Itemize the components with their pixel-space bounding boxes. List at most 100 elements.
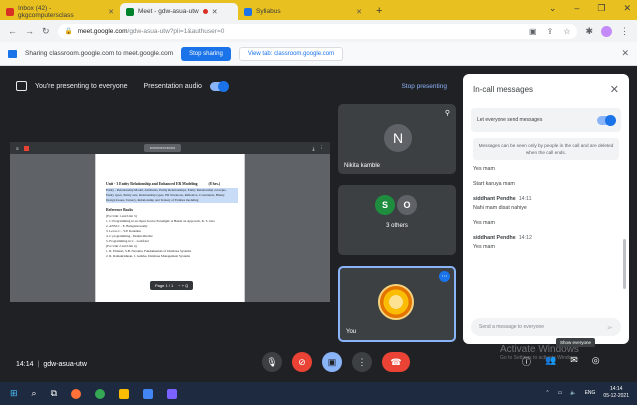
page-indicator: Page 1 / 1 [155,283,174,288]
present-icon[interactable]: ▣ [322,352,342,372]
clock-date: 05-12-2021 [603,393,629,399]
file-explorer-icon[interactable] [119,388,130,399]
extensions-icon[interactable]: ✱ [585,26,593,37]
participant-tile-self[interactable]: ⋯ You [338,266,456,342]
message-group: siddhant Pendhe 14:11 Nahi mam disat nahi… [473,196,619,226]
pdf-icon [23,145,29,151]
presentation-audio-label: Presentation audio [143,82,202,90]
pdf-page-toolbar[interactable]: Page 1 / 1 − + Q [150,281,194,290]
new-tab-button[interactable]: + [368,5,390,20]
send-messages-toggle[interactable] [597,114,616,126]
firefox-icon[interactable] [71,388,82,399]
chat-icon[interactable]: ✉ [570,355,578,368]
meet-icon [126,7,134,16]
menu-icon[interactable]: ≡ [16,146,19,151]
language-indicator[interactable]: ENG [585,390,596,396]
more-options-icon[interactable]: ⋮ [352,352,372,372]
omnibox-icons: ▣ ⇪ ☆ [529,27,570,36]
message-group: Yes mam Start karuya mam [473,166,619,187]
view-tab-button[interactable]: View tab: classroom.google.com [238,46,344,61]
message-text: Start karuya mam [473,181,515,187]
windows-taskbar: ⊞ ⌕ ⧉ [0,382,637,405]
activities-icon[interactable]: ◎ [592,355,600,368]
present-screen-icon [16,81,27,91]
tab-inbox[interactable]: Inbox (42) - gkgcomputersclass ✕ [0,3,120,20]
chevron-down-icon[interactable]: ⌄ [549,3,557,14]
send-icon[interactable]: ➢ [606,323,613,332]
tab-meet[interactable]: Meet - gdw-asua-utw ✕ [120,3,238,20]
download-icon[interactable]: ⤓ [313,146,315,151]
stop-presenting-button[interactable]: Stop presenting [401,83,447,90]
back-icon[interactable]: ← [8,26,17,36]
app-icon[interactable] [143,388,154,399]
participant-tile-others[interactable]: S O 3 others [338,185,456,255]
presentation-audio-toggle[interactable] [209,80,229,92]
share-icon[interactable]: ⇪ [547,27,554,36]
avatar: N [384,124,412,152]
forward-icon[interactable]: → [25,26,34,36]
more-icon[interactable]: ⋮ [320,145,325,151]
mic-icon[interactable]: 🎙 [262,352,282,372]
camera-icon[interactable]: ▣ [529,27,537,36]
pdf-title-pill: ▭▭▭▭▭▭ [143,144,182,152]
pin-icon[interactable]: ⚲ [445,109,450,117]
message-sender: siddhant Pendhe 14:11 [473,196,619,202]
send-messages-setting: Let everyone send messages [471,108,621,132]
message-time: 14:12 [518,235,532,241]
close-icon[interactable]: ✕ [623,3,631,14]
address-bar[interactable]: 🔒 meet.google.com/gdw-asua-utw?pli=1&aut… [57,23,578,39]
search-icon[interactable]: ⌕ [32,388,37,399]
windows-start-icon[interactable]: ⊞ [10,388,18,399]
pdf-page: Unit - 3 Entity Relationship and Enhance… [95,154,245,302]
camera-off-icon[interactable]: ⊘ [292,352,312,372]
pdf-viewer-topbar: ≡ ▭▭▭▭▭▭ ⤓ ⋮ [10,142,330,154]
people-icon[interactable]: 👥 [545,355,556,368]
chrome-icon[interactable] [95,388,106,399]
close-icon[interactable]: ✕ [356,8,362,16]
close-icon[interactable]: ✕ [610,83,619,96]
message-text: Yes mam [473,244,495,250]
browser-tab-strip: Inbox (42) - gkgcomputersclass ✕ Meet - … [0,0,637,20]
scrollbar[interactable] [623,239,626,289]
close-icon[interactable]: ✕ [621,48,629,59]
clock-time: 14:14 [609,386,623,392]
close-icon[interactable]: ✕ [108,8,114,16]
zoom-controls[interactable]: − + Q [178,283,188,288]
presenting-text: You're presenting to everyone [35,82,128,90]
doc-hours: (8 hrs.) [208,182,221,186]
meeting-details[interactable]: 14:14 | gdw-asua-utw [16,361,87,368]
volume-icon[interactable]: 🔈 [570,390,576,396]
tab-syllabus[interactable]: Syllabus ✕ [238,3,368,20]
minimize-icon[interactable]: – [574,3,579,14]
menu-icon[interactable]: ⋮ [620,26,629,37]
task-view-icon[interactable]: ⧉ [51,388,57,399]
close-icon[interactable]: ✕ [212,8,218,16]
stop-sharing-button[interactable]: Stop sharing [181,46,231,61]
message-input[interactable]: Send a message to everyone ➢ [471,318,621,336]
chevron-up-icon[interactable]: ⌃ [545,390,549,396]
reload-icon[interactable]: ↻ [42,26,50,37]
star-icon[interactable]: ☆ [563,27,570,36]
info-icon[interactable]: ⓘ [522,355,531,368]
tab-label: Syllabus [256,8,281,15]
app-icon[interactable] [167,388,178,399]
chat-notice: Messages can be seen only by people in t… [473,138,619,160]
setting-label: Let everyone send messages [477,117,543,123]
in-call-messages-panel: In-call messages ✕ Let everyone send mes… [463,74,629,344]
panel-header: In-call messages ✕ [463,74,629,104]
participant-tile-nikita[interactable]: ⚲ N Nikita kamble [338,104,456,174]
message-placeholder: Send a message to everyone [479,324,545,330]
system-tray: ⌃ ▭ 🔈 ENG 14:14 05-12-2021 [545,386,629,400]
maximize-icon[interactable]: ❐ [597,3,605,14]
network-icon[interactable]: ▭ [558,390,563,396]
clock[interactable]: 14:14 05-12-2021 [603,386,629,400]
tab-label: Inbox (42) - gkgcomputersclass [18,4,74,19]
sharing-text: Sharing classroom.google.com to meet.goo… [25,50,174,57]
profile-avatar[interactable] [601,25,612,37]
recording-icon [202,9,208,14]
doc-heading-text: Unit - 3 Entity Relationship and Enhance… [106,182,198,186]
more-options-icon[interactable]: ⋯ [439,271,450,282]
tab-label: Meet - gdw-asua-utw [138,8,199,15]
leave-call-icon[interactable]: ☎ [382,352,410,372]
lock-icon: 🔒 [64,28,73,35]
